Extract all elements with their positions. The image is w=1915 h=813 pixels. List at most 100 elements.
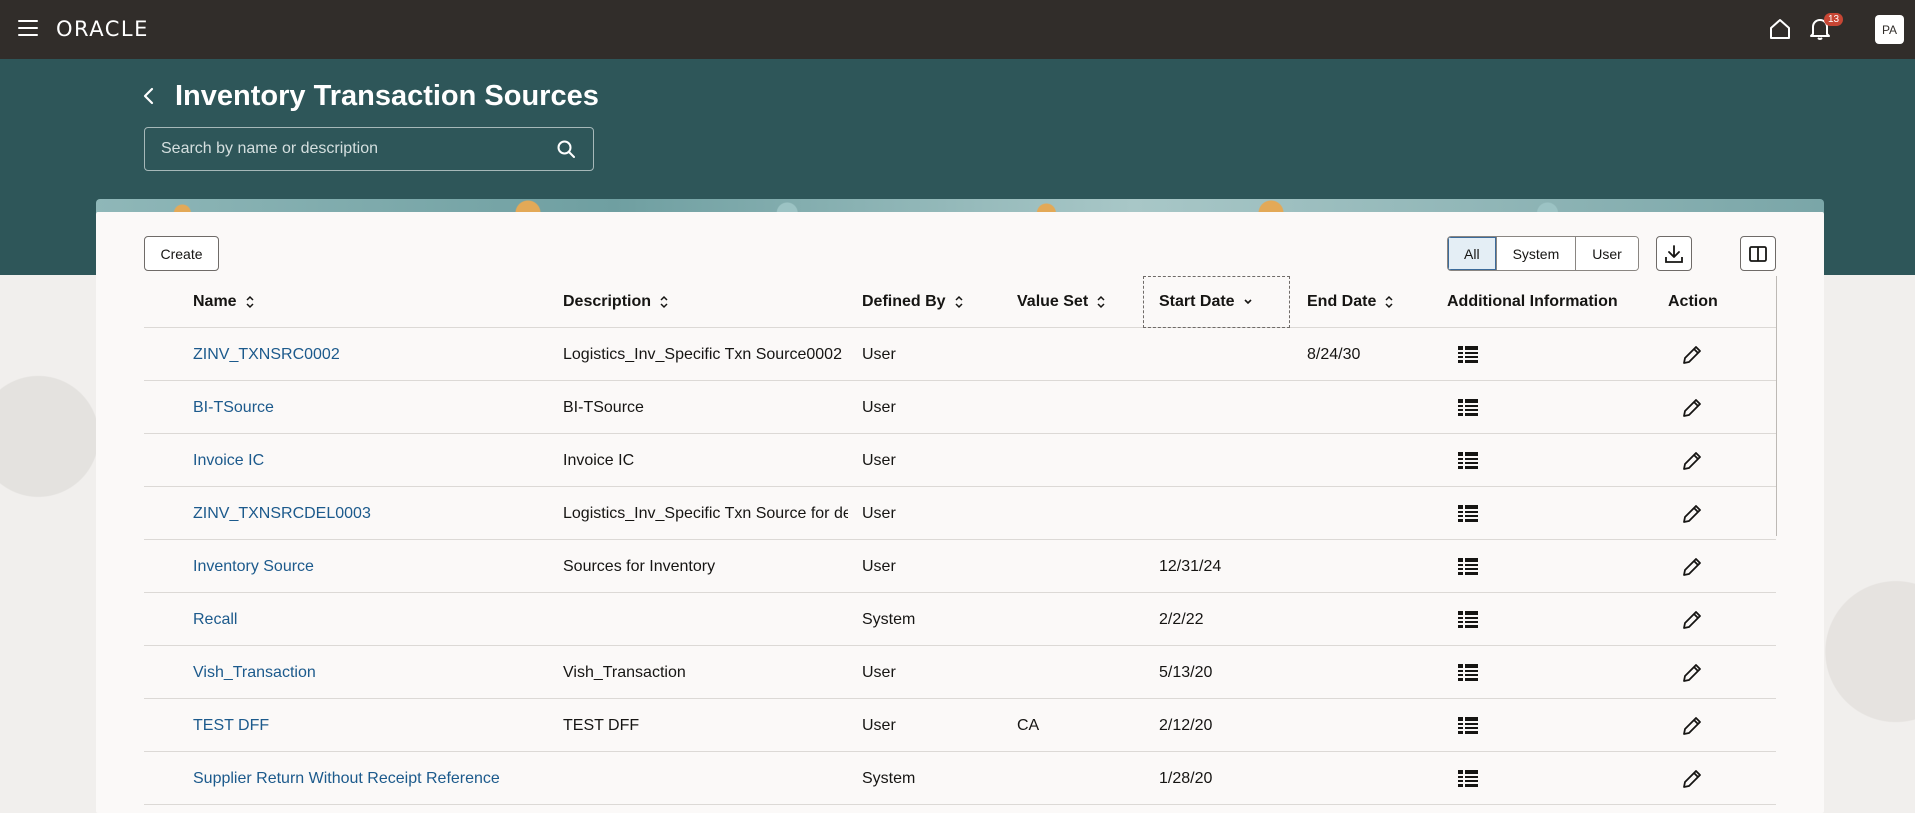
edit-pencil-icon[interactable] <box>1681 450 1703 472</box>
end-date-cell <box>1307 699 1437 752</box>
source-name-link[interactable]: Invoice IC <box>193 434 553 487</box>
search-field[interactable] <box>144 127 594 171</box>
home-icon[interactable] <box>1768 17 1792 41</box>
scrollbar-divider <box>1776 276 1777 536</box>
source-name-link[interactable]: TEST DFF <box>193 699 553 752</box>
additional-information-cell <box>1457 487 1497 540</box>
details-list-icon[interactable] <box>1457 662 1479 684</box>
end-date-cell <box>1307 752 1437 805</box>
details-list-icon[interactable] <box>1457 503 1479 525</box>
edit-pencil-icon[interactable] <box>1681 609 1703 631</box>
end-date-cell <box>1307 487 1437 540</box>
table-row[interactable]: Recall System 2/2/22 <box>144 593 1776 646</box>
details-list-icon[interactable] <box>1457 768 1479 790</box>
value-set-cell: CA <box>1017 716 1040 734</box>
column-header-defined-by[interactable]: Defined By <box>862 276 964 328</box>
source-name-link[interactable]: ZINV_TXNSRC0002 <box>193 328 553 381</box>
content-card: Create All System User Name Description <box>96 212 1824 813</box>
source-name-link[interactable]: BI-TSource <box>193 381 553 434</box>
table-row[interactable]: Inventory Source Sources for Inventory U… <box>144 540 1776 593</box>
end-date-cell <box>1307 434 1437 487</box>
description-cell: TEST DFF <box>563 716 640 734</box>
sort-icon[interactable] <box>659 295 669 309</box>
source-name-link[interactable]: Vish_Transaction <box>193 646 553 699</box>
sort-icon[interactable] <box>1384 295 1394 309</box>
end-date-cell: 8/24/30 <box>1307 345 1361 363</box>
filter-system-button[interactable]: System <box>1495 237 1576 270</box>
table-row[interactable]: TEST DFF TEST DFF User CA 2/12/20 <box>144 699 1776 752</box>
column-header-value-set[interactable]: Value Set <box>1017 276 1106 328</box>
back-chevron-icon[interactable] <box>140 86 158 106</box>
edit-pencil-icon[interactable] <box>1681 344 1703 366</box>
details-list-icon[interactable] <box>1457 450 1479 472</box>
edit-pencil-icon[interactable] <box>1681 556 1703 578</box>
details-list-icon[interactable] <box>1457 715 1479 737</box>
hamburger-menu-icon[interactable] <box>18 20 38 36</box>
additional-information-cell <box>1457 752 1497 805</box>
value-set-cell <box>1017 381 1137 434</box>
description-cell: Logistics_Inv_Specific Txn Source0002 <box>563 345 842 363</box>
decorative-banner <box>96 199 1824 213</box>
transaction-sources-table: Name Description Defined By Value Set St… <box>144 276 1777 805</box>
filter-all-button[interactable]: All <box>1448 237 1496 270</box>
table-row[interactable]: ZINV_TXNSRC0002 Logistics_Inv_Specific T… <box>144 328 1776 381</box>
oracle-logo[interactable]: ORACLE <box>56 17 149 41</box>
edit-pencil-icon[interactable] <box>1681 715 1703 737</box>
create-button[interactable]: Create <box>144 236 219 271</box>
source-name-link[interactable]: Supplier Return Without Receipt Referenc… <box>193 752 553 805</box>
action-cell <box>1681 646 1721 699</box>
details-list-icon[interactable] <box>1457 397 1479 419</box>
details-list-icon[interactable] <box>1457 344 1479 366</box>
action-cell <box>1681 434 1721 487</box>
column-header-additional-information: Additional Information <box>1447 276 1618 328</box>
edit-pencil-icon[interactable] <box>1681 397 1703 419</box>
edit-pencil-icon[interactable] <box>1681 503 1703 525</box>
column-label: End Date <box>1307 293 1377 310</box>
sort-icon[interactable] <box>245 295 255 309</box>
filter-user-button[interactable]: User <box>1575 237 1638 270</box>
source-name-link[interactable]: Inventory Source <box>193 540 553 593</box>
start-date-cell <box>1159 328 1299 381</box>
details-list-icon[interactable] <box>1457 609 1479 631</box>
column-label: Value Set <box>1017 293 1089 310</box>
column-label: Start Date <box>1159 293 1235 310</box>
defined-by-cell: System <box>862 610 916 628</box>
sort-icon[interactable] <box>1096 295 1106 309</box>
value-set-cell <box>1017 540 1137 593</box>
defined-by-cell: User <box>862 398 896 416</box>
source-name-link[interactable]: Recall <box>193 593 553 646</box>
additional-information-cell <box>1457 593 1497 646</box>
start-date-cell <box>1159 487 1299 540</box>
table-row[interactable]: Vish_Transaction Vish_Transaction User 5… <box>144 646 1776 699</box>
sort-icon[interactable] <box>954 295 964 309</box>
action-cell <box>1681 593 1721 646</box>
table-body: ZINV_TXNSRC0002 Logistics_Inv_Specific T… <box>144 328 1776 805</box>
defined-by-cell: User <box>862 663 896 681</box>
column-header-start-date[interactable]: Start Date <box>1143 276 1290 328</box>
column-header-action: Action <box>1668 276 1718 328</box>
user-avatar[interactable]: PA <box>1875 15 1904 44</box>
details-list-icon[interactable] <box>1457 556 1479 578</box>
column-label: Name <box>193 293 237 310</box>
table-row[interactable]: Supplier Return Without Receipt Referenc… <box>144 752 1776 805</box>
column-header-name[interactable]: Name <box>193 276 255 328</box>
search-input[interactable] <box>145 140 545 158</box>
edit-pencil-icon[interactable] <box>1681 662 1703 684</box>
column-layout-button[interactable] <box>1740 236 1776 271</box>
column-header-description[interactable]: Description <box>563 276 669 328</box>
description-cell: Vish_Transaction <box>563 663 686 681</box>
description-cell <box>563 752 848 805</box>
sort-descending-icon[interactable] <box>1243 295 1253 309</box>
source-name-link[interactable]: ZINV_TXNSRCDEL0003 <box>193 487 553 540</box>
table-row[interactable]: BI-TSource BI-TSource User <box>144 381 1776 434</box>
end-date-cell <box>1307 381 1437 434</box>
search-icon[interactable] <box>557 140 575 158</box>
edit-pencil-icon[interactable] <box>1681 768 1703 790</box>
table-row[interactable]: ZINV_TXNSRCDEL0003 Logistics_Inv_Specifi… <box>144 487 1776 540</box>
defined-by-filter: All System User <box>1447 236 1639 271</box>
column-label: Description <box>563 293 652 310</box>
table-row[interactable]: Invoice IC Invoice IC User <box>144 434 1776 487</box>
column-header-end-date[interactable]: End Date <box>1307 276 1394 328</box>
defined-by-cell: User <box>862 557 896 575</box>
download-button[interactable] <box>1656 236 1692 271</box>
